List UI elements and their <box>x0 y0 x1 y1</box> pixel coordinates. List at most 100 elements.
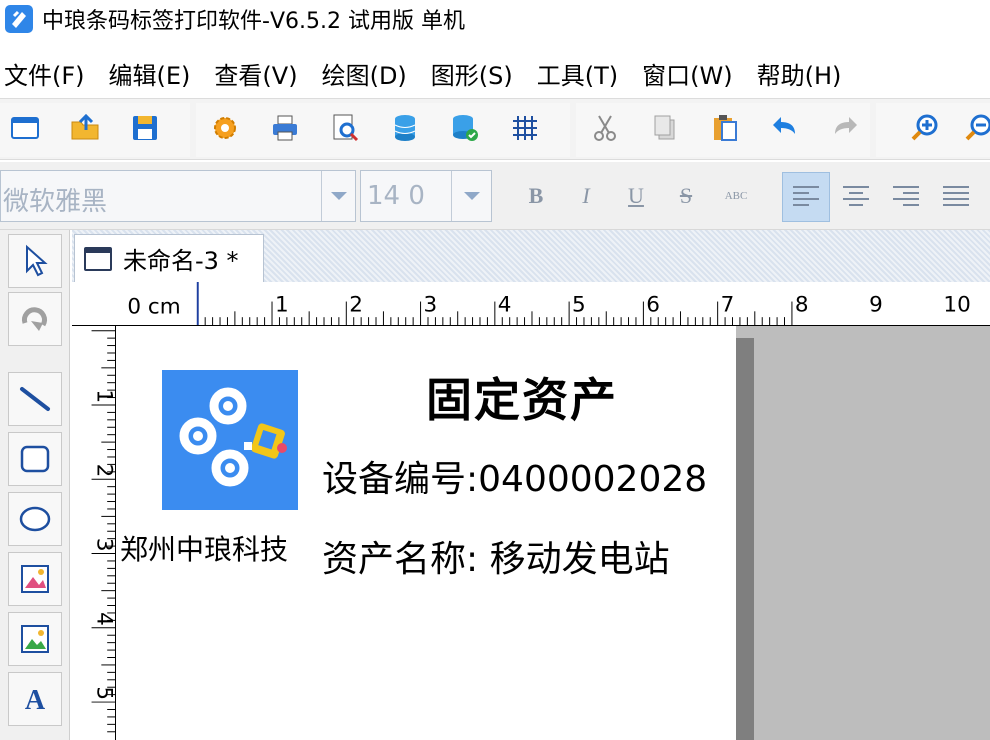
ruler-label: 1 <box>91 389 116 403</box>
vertical-ruler[interactable]: 1 2 3 4 5 <box>72 326 116 740</box>
grid-button[interactable] <box>506 109 544 147</box>
ruler-label: 2 <box>349 292 363 317</box>
bold-button[interactable]: B <box>518 178 554 214</box>
paste-button[interactable] <box>706 109 744 147</box>
ellipse-tool-button[interactable] <box>8 492 62 546</box>
label-title-text[interactable]: 固定资产 <box>426 364 618 430</box>
menu-help[interactable]: 帮助(H) <box>757 56 842 91</box>
save-disk-icon <box>133 116 157 140</box>
menu-tools[interactable]: 工具(T) <box>537 56 618 91</box>
gear-icon <box>214 117 236 139</box>
grid-icon <box>513 116 537 140</box>
rotate-icon <box>22 307 47 331</box>
font-size-select[interactable]: 14 0 <box>360 170 492 222</box>
picture-tool-button[interactable] <box>8 612 62 666</box>
line-tool-button[interactable] <box>8 372 62 426</box>
font-size-dropdown[interactable] <box>451 171 491 221</box>
char-spacing-button[interactable]: ABC <box>718 178 754 214</box>
open-folder-icon <box>71 113 99 140</box>
menu-bar: 文件(F) 编辑(E) 查看(V) 绘图(D) 图形(S) 工具(T) 窗口(W… <box>0 50 990 96</box>
print-preview-button[interactable] <box>326 109 364 147</box>
zoom-out-icon <box>965 114 990 141</box>
rectangle-tool-button[interactable] <box>8 432 62 486</box>
document-tab[interactable]: 未命名-3 * <box>74 234 264 282</box>
redo-button[interactable] <box>826 109 864 147</box>
select-tool-button[interactable] <box>8 234 62 288</box>
new-window-icon <box>11 117 39 139</box>
ellipse-icon <box>19 506 51 532</box>
line-icon <box>20 387 50 411</box>
align-left-button[interactable] <box>782 172 830 222</box>
ruler-label: 3 <box>424 292 438 317</box>
font-family-select[interactable]: 微软雅黑 <box>0 170 356 222</box>
menu-edit[interactable]: 编辑(E) <box>109 56 191 91</box>
horizontal-ruler[interactable]: 0 cm 1 2 3 4 5 6 7 8 9 10 <box>72 282 990 326</box>
italic-button[interactable]: I <box>568 178 604 214</box>
undo-arrow-icon <box>773 117 795 134</box>
copy-button[interactable] <box>646 109 684 147</box>
drawing-tool-panel: A <box>0 230 70 740</box>
app-logo-icon <box>5 5 33 33</box>
align-justify-button[interactable] <box>932 172 980 222</box>
zoom-in-button[interactable] <box>906 109 944 147</box>
image-tool-button[interactable] <box>8 552 62 606</box>
chevron-down-icon <box>330 192 347 200</box>
ruler-label: 3 <box>91 538 116 552</box>
menu-view[interactable]: 查看(V) <box>214 56 297 91</box>
menu-shape[interactable]: 图形(S) <box>431 56 513 91</box>
menu-window[interactable]: 窗口(W) <box>642 56 732 91</box>
ruler-label: 2 <box>91 464 116 478</box>
copy-icon <box>654 115 675 140</box>
align-center-button[interactable] <box>832 172 880 222</box>
ruler-label: 5 <box>572 292 586 317</box>
database-check-icon <box>453 115 478 141</box>
save-button[interactable] <box>126 109 164 147</box>
cut-button[interactable] <box>586 109 624 147</box>
document-tab-title: 未命名-3 * <box>123 247 239 275</box>
align-center-icon <box>843 186 869 206</box>
ruler-label: 4 <box>91 612 116 626</box>
align-right-button[interactable] <box>882 172 930 222</box>
database-button[interactable] <box>386 109 424 147</box>
new-document-button[interactable] <box>6 109 44 147</box>
svg-text:A: A <box>25 685 46 716</box>
picture-frame-icon <box>21 565 49 593</box>
rotate-tool-button[interactable] <box>8 292 62 346</box>
font-size-value: 14 0 <box>367 181 425 211</box>
undo-button[interactable] <box>766 109 804 147</box>
document-area: 未命名-3 * 0 cm 1 2 3 4 5 6 7 8 9 10 1 2 3 4 5 <box>72 230 990 740</box>
align-left-icon <box>793 186 819 206</box>
ruler-label: 7 <box>721 292 735 317</box>
canvas-background: 郑州中琅科技 固定资产 设备编号:0400002028 资产名称: 移动发电站 <box>116 326 990 740</box>
printer-icon <box>273 115 297 141</box>
text-tool-button[interactable]: A <box>8 672 62 726</box>
rounded-rectangle-icon <box>20 445 50 473</box>
strikethrough-button[interactable]: S <box>668 178 704 214</box>
font-family-dropdown[interactable] <box>321 171 355 221</box>
print-preview-icon <box>333 114 359 142</box>
ruler-label: 6 <box>646 292 660 317</box>
window-title: 中琅条码标签打印软件-V6.5.2 试用版 单机 <box>42 9 465 34</box>
zoom-in-icon <box>911 114 938 141</box>
asset-name-text[interactable]: 资产名称: 移动发电站 <box>322 530 670 582</box>
zoom-out-button[interactable] <box>960 109 990 147</box>
scissors-icon <box>594 115 616 141</box>
database-connect-button[interactable] <box>446 109 484 147</box>
device-number-text[interactable]: 设备编号:0400002028 <box>322 450 707 502</box>
underline-button[interactable]: U <box>618 178 654 214</box>
font-family-value: 微软雅黑 <box>3 187 108 217</box>
ruler-label: 9 <box>869 292 883 317</box>
label-page[interactable]: 郑州中琅科技 固定资产 设备编号:0400002028 资产名称: 移动发电站 <box>116 326 736 740</box>
ruler-label: 4 <box>498 292 512 317</box>
menu-draw[interactable]: 绘图(D) <box>322 56 407 91</box>
document-tab-strip: 未命名-3 * <box>72 230 990 282</box>
ruler-label: 5 <box>91 686 116 700</box>
format-toolbar: 微软雅黑 14 0 B I U S ABC <box>0 162 990 230</box>
company-name-text[interactable]: 郑州中琅科技 <box>120 528 288 568</box>
menu-file[interactable]: 文件(F) <box>4 56 85 91</box>
document-window-icon <box>84 246 112 271</box>
settings-button[interactable] <box>206 109 244 147</box>
print-button[interactable] <box>266 109 304 147</box>
company-logo-icon[interactable] <box>162 370 298 510</box>
open-button[interactable] <box>66 109 104 147</box>
